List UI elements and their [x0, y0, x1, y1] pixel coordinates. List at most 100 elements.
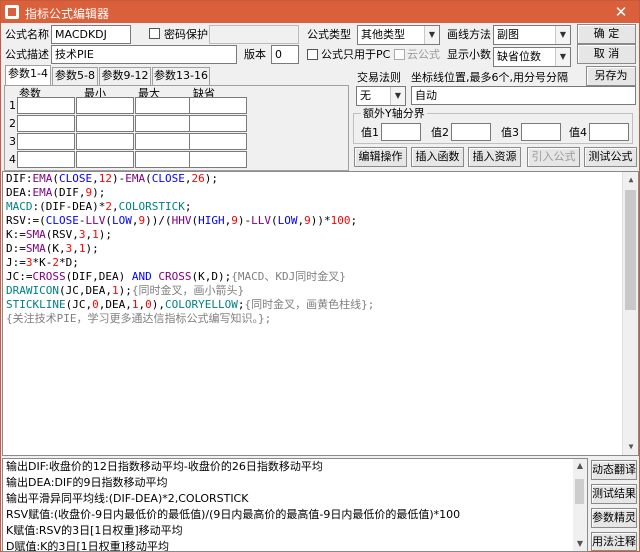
code-token: 100 [330, 214, 351, 227]
import-formula-button[interactable]: 引入公式 [527, 147, 580, 167]
code-line[interactable]: STICKLINE(JC,0,DEA,1,0),COLORYELLOW;{同时金… [3, 298, 638, 312]
code-token: CLOSE [45, 214, 79, 227]
scroll-up-icon[interactable]: ▲ [623, 172, 638, 188]
code-token: 2 [52, 256, 59, 269]
param-4-name-input[interactable] [17, 151, 75, 168]
code-line[interactable]: RSV:=(CLOSE-LLV(LOW,9))/(HHV(HIGH,9)-LLV… [3, 214, 638, 228]
formula-type-select[interactable]: 其他类型 ▼ [357, 25, 440, 45]
code-token: HIGH [198, 214, 225, 227]
param-3-default-input[interactable] [189, 133, 247, 150]
scroll-thumb[interactable] [575, 479, 584, 504]
code-token: ,DEA, [98, 298, 132, 311]
code-token: EMA [125, 172, 146, 185]
param-3-min-input[interactable] [76, 133, 134, 150]
decimals-value: 缺省位数 [497, 50, 541, 63]
ok-button[interactable]: 确 定 [577, 24, 636, 44]
code-token: 12 [98, 172, 112, 185]
code-line[interactable]: K:=SMA(RSV,3,1); [3, 228, 638, 242]
password-input[interactable] [209, 25, 299, 44]
tab-params-5-8[interactable]: 参数5-8 [52, 67, 98, 85]
chevron-down-icon: ▼ [424, 26, 439, 44]
param-3-max-input[interactable] [135, 133, 193, 150]
code-token: ); [204, 172, 218, 185]
scroll-down-icon[interactable]: ▼ [623, 439, 638, 455]
param-1-default-input[interactable] [189, 97, 247, 114]
formula-desc-input[interactable]: 技术PIE [51, 45, 237, 64]
close-icon[interactable]: ✕ [607, 2, 635, 22]
code-line[interactable]: DEA:EMA(DIF,9); [3, 186, 638, 200]
param-2-min-input[interactable] [76, 115, 134, 132]
cancel-button[interactable]: 取 消 [577, 44, 636, 64]
code-token: EMA [32, 186, 53, 199]
pc-only-checkbox[interactable] [307, 49, 318, 60]
draw-method-value: 副图 [497, 28, 519, 41]
formula-name-input[interactable]: MACDKDJ [51, 25, 131, 44]
cloud-formula-checkbox[interactable] [394, 49, 405, 60]
code-line[interactable]: MACD:(DIF-DEA)*2,COLORSTICK; [3, 200, 638, 214]
param-wizard-button[interactable]: 参数精灵 [591, 508, 637, 528]
param-2-max-input[interactable] [135, 115, 193, 132]
translation-output[interactable]: 输出DIF:收盘价的12日指数移动平均-收盘价的26日指数移动平均 输出DEA:D… [2, 458, 588, 552]
tab-params-9-12[interactable]: 参数9-12 [99, 67, 151, 85]
code-line[interactable]: DIF:EMA(CLOSE,12)-EMA(CLOSE,26); [3, 172, 638, 186]
edit-operation-button[interactable]: 编辑操作 [354, 147, 407, 167]
scroll-thumb[interactable] [625, 190, 636, 310]
code-area[interactable]: DIF:EMA(CLOSE,12)-EMA(CLOSE,26); DEA:EMA(… [3, 172, 638, 326]
code-token: 26 [191, 172, 205, 185]
param-2-default-input[interactable] [189, 115, 247, 132]
param-1-name-input[interactable] [17, 97, 75, 114]
value4-label: 值4 [569, 126, 587, 139]
title-bar[interactable]: 指标公式编辑器 ✕ [1, 1, 639, 23]
code-token: ( [105, 214, 112, 227]
code-token: LLV [251, 214, 271, 227]
code-line[interactable]: JC:=CROSS(DIF,DEA) AND CROSS(K,D);{MACD、… [3, 270, 638, 284]
param-3-name-input[interactable] [17, 133, 75, 150]
value2-input[interactable] [451, 123, 491, 141]
code-editor[interactable]: DIF:EMA(CLOSE,12)-EMA(CLOSE,26); DEA:EMA(… [2, 171, 639, 456]
param-4-default-input[interactable] [189, 151, 247, 168]
test-formula-button[interactable]: 测试公式 [584, 147, 637, 167]
param-1-min-input[interactable] [76, 97, 134, 114]
code-line[interactable]: J:=3*K-2*D; [3, 256, 638, 270]
code-token: (K,D); [191, 270, 232, 283]
output-line: RSV赋值:(收盘价-9日内最低价的最低值)/(9日内最高价的最高值-9日内最低… [6, 508, 461, 521]
code-line[interactable]: DRAWICON(JC,DEA,1);{同时金叉，画小箭头} [3, 284, 638, 298]
code-token: (JC, [65, 298, 93, 311]
editor-scrollbar[interactable]: ▲ ▼ [622, 172, 638, 455]
value1-input[interactable] [381, 123, 421, 141]
trade-rule-select[interactable]: 无 ▼ [356, 86, 406, 106]
code-line[interactable]: {关注技术PIE，学习更多通达信指标公式编写知识。}; [3, 312, 638, 326]
pc-only-label: 公式只用于PC [321, 48, 391, 61]
tab-params-13-16[interactable]: 参数13-16 [152, 67, 210, 85]
value4-input[interactable] [589, 123, 629, 141]
code-token: (DIF,DEA) [65, 270, 132, 283]
password-checkbox[interactable] [149, 28, 160, 39]
code-token: )- [237, 214, 252, 227]
code-token: CROSS [32, 270, 66, 283]
insert-resource-button[interactable]: 插入资源 [468, 147, 521, 167]
code-token: ))/( [145, 214, 172, 227]
code-line[interactable]: D:=SMA(K,3,1); [3, 242, 638, 256]
scroll-down-icon[interactable]: ▼ [573, 537, 587, 551]
draw-method-select[interactable]: 副图 ▼ [493, 25, 571, 45]
save-as-button[interactable]: 另存为 [586, 66, 636, 86]
param-4-min-input[interactable] [76, 151, 134, 168]
value3-input[interactable] [521, 123, 561, 141]
decimals-select[interactable]: 缺省位数 ▼ [493, 47, 571, 67]
test-result-button[interactable]: 测试结果 [591, 484, 637, 504]
dynamic-translate-button[interactable]: 动态翻译 [591, 460, 637, 480]
param-4-max-input[interactable] [135, 151, 193, 168]
coord-input[interactable]: 自动 [411, 86, 636, 105]
code-token: MACD [6, 200, 33, 213]
param-2-name-input[interactable] [17, 115, 75, 132]
param-1-max-input[interactable] [135, 97, 193, 114]
tab-params-1-4[interactable]: 参数1-4 [5, 65, 51, 86]
usage-notes-button[interactable]: 用法注释 [591, 532, 637, 551]
code-token: LOW [112, 214, 132, 227]
version-input[interactable]: 0 [271, 45, 299, 64]
output-scrollbar[interactable]: ▲ ▼ [573, 459, 587, 551]
scroll-up-icon[interactable]: ▲ [573, 459, 587, 473]
code-token: )- [112, 172, 126, 185]
code-token: ), [151, 298, 165, 311]
insert-function-button[interactable]: 插入函数 [411, 147, 464, 167]
